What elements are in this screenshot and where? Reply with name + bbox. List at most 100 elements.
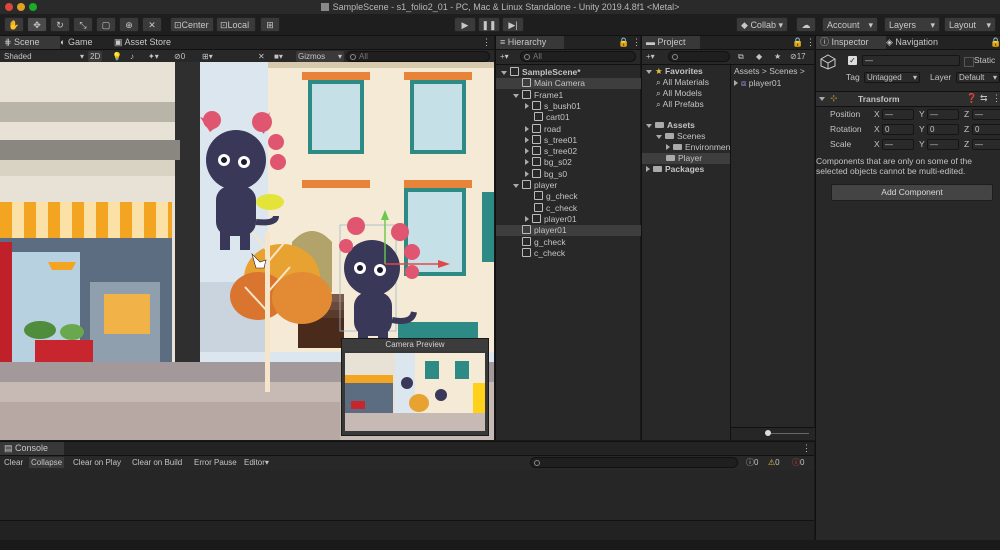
camera-settings-button[interactable]: ■▾ (272, 51, 285, 62)
info-filter-toggle[interactable]: ⓘ0 (744, 457, 760, 468)
project-tree-item[interactable]: ⌕ All Models (642, 88, 730, 99)
transform-scale-z-field[interactable]: — (972, 139, 1000, 150)
lighting-toggle[interactable]: 💡 (110, 51, 124, 62)
scale-tool-button[interactable]: ⤡ (73, 17, 93, 32)
scene-search-input[interactable]: All (346, 51, 490, 62)
search-by-label-button[interactable]: ◆ (754, 51, 764, 62)
custom-tool-button[interactable]: ✕ (142, 17, 162, 32)
breadcrumb-scenes[interactable]: Scenes (769, 66, 797, 76)
hierarchy-item[interactable]: player (496, 180, 641, 191)
camera-preview-window[interactable]: Camera Preview (341, 338, 489, 436)
collapsed-arrow-icon[interactable] (525, 102, 529, 109)
tab-asset-store[interactable]: ▣ Asset Store (110, 36, 175, 49)
scene-panel-menu-button[interactable]: ⋮ (478, 36, 495, 49)
foldout-arrow-icon[interactable] (646, 166, 650, 172)
zoom-window-button[interactable] (29, 3, 37, 11)
active-checkbox[interactable]: ✓ (848, 56, 857, 65)
transform-rotation-z-field[interactable]: 0 (972, 124, 1000, 135)
transform-rotation-y-field[interactable]: 0 (927, 124, 959, 135)
gizmos-dropdown[interactable]: Gizmos ▾ (296, 51, 344, 62)
editor-dropdown[interactable]: Editor▾ (242, 457, 271, 468)
tab-console[interactable]: ▤ Console (0, 442, 64, 455)
hierarchy-item[interactable]: cart01 (496, 112, 641, 123)
foldout-arrow-icon[interactable] (646, 70, 652, 74)
component-menu-button[interactable]: ⋮ (992, 93, 1000, 104)
play-button[interactable]: ▶ (454, 17, 476, 32)
hierarchy-item[interactable]: SampleScene* (496, 67, 641, 78)
icon-size-slider-handle[interactable] (765, 430, 771, 436)
foldout-arrow-icon[interactable] (666, 144, 670, 150)
layout-dropdown[interactable]: Layout ▾ (944, 17, 996, 32)
transform-position-y-field[interactable]: — (927, 109, 959, 120)
clear-button[interactable]: Clear (2, 457, 25, 468)
project-tree-item[interactable]: Packages (642, 164, 730, 175)
collapsed-arrow-icon[interactable] (525, 170, 529, 177)
project-search-input[interactable] (668, 51, 730, 62)
tab-navigation[interactable]: ◈ Navigation (882, 36, 942, 49)
collapsed-arrow-icon[interactable] (525, 136, 529, 143)
collapsed-arrow-icon[interactable] (525, 159, 529, 166)
account-dropdown[interactable]: Account ▾ (822, 17, 878, 32)
project-tree-item[interactable]: Environmen (642, 142, 730, 153)
hand-tool-button[interactable]: ✋ (4, 17, 24, 32)
help-icon[interactable]: ❓ (966, 93, 977, 104)
hierarchy-item[interactable]: g_check (496, 236, 641, 248)
tag-dropdown[interactable]: Untagged ▾ (864, 72, 920, 83)
foldout-arrow-icon[interactable] (646, 124, 652, 128)
pause-button[interactable]: ❚❚ (478, 17, 500, 32)
clear-on-play-toggle[interactable]: Clear on Play (71, 457, 123, 468)
hierarchy-item[interactable]: Frame1 (496, 89, 641, 101)
collab-button[interactable]: ◆ Collab ▾ (736, 17, 788, 32)
collapsed-arrow-icon[interactable] (525, 148, 529, 155)
warning-filter-toggle[interactable]: ⚠0 (766, 457, 782, 468)
console-menu-button[interactable]: ⋮ (798, 442, 815, 455)
expanded-arrow-icon[interactable] (513, 93, 519, 98)
lock-button[interactable]: 🔒 (986, 36, 1000, 49)
layer-dropdown[interactable]: Default ▾ (956, 72, 1000, 83)
tab-hierarchy[interactable]: ≡ Hierarchy (496, 36, 564, 49)
tab-scene[interactable]: ⋕ Scene (0, 36, 60, 49)
tools-toggle[interactable]: ✕ (256, 51, 267, 62)
move-tool-button[interactable]: ✥ (27, 17, 47, 32)
hierarchy-item[interactable]: s_bush01 (496, 100, 641, 112)
transform-position-x-field[interactable]: — (882, 109, 914, 120)
transform-scale-x-field[interactable]: — (882, 139, 914, 150)
step-button[interactable]: ▶| (502, 17, 524, 32)
hierarchy-item[interactable]: s_tree02 (496, 146, 641, 157)
hierarchy-item[interactable]: g_check (496, 191, 641, 202)
pivot-center-toggle[interactable]: ⊡Center (170, 17, 214, 32)
hierarchy-item[interactable]: road (496, 123, 641, 135)
hierarchy-item[interactable]: s_tree01 (496, 134, 641, 146)
hierarchy-item[interactable]: c_check (496, 247, 641, 259)
project-tree-item[interactable]: ⌕ All Prefabs (642, 99, 730, 110)
close-window-button[interactable] (5, 3, 13, 11)
transform-rotation-x-field[interactable]: 0 (882, 124, 914, 135)
object-name-field[interactable]: — (862, 55, 960, 66)
hierarchy-item[interactable]: player01 (496, 225, 641, 237)
transform-position-z-field[interactable]: — (972, 109, 1000, 120)
transform-tool-button[interactable]: ⊕ (119, 17, 139, 32)
transform-scale-y-field[interactable]: — (927, 139, 959, 150)
project-tree-item[interactable]: Scenes (642, 131, 730, 142)
scene-viewport[interactable]: Camera Preview (0, 62, 494, 440)
project-tree-item[interactable]: Assets (642, 120, 730, 131)
static-checkbox[interactable] (964, 57, 974, 67)
hidden-packages-toggle[interactable]: ⊘17 (788, 51, 808, 62)
expanded-arrow-icon[interactable] (513, 184, 519, 188)
preset-icon[interactable]: ⇆ (980, 93, 988, 104)
pivot-local-toggle[interactable]: ⊡Local (216, 17, 256, 32)
favorites-button[interactable]: ★ (772, 51, 783, 62)
asset-item-player01[interactable]: ⧈ player01 (734, 78, 781, 89)
layers-dropdown[interactable]: Layers ▾ (884, 17, 940, 32)
foldout-arrow-icon[interactable] (656, 135, 662, 139)
tab-project[interactable]: ▬ Project (642, 36, 700, 49)
expanded-arrow-icon[interactable] (501, 71, 507, 75)
hierarchy-item[interactable]: c_check (496, 202, 641, 214)
hierarchy-item[interactable]: bg_s0 (496, 168, 641, 180)
tab-game[interactable]: ◐ Game (56, 36, 96, 49)
hierarchy-item[interactable]: bg_s02 (496, 157, 641, 168)
hidden-objects-toggle[interactable]: ⊘0 (172, 51, 187, 62)
cloud-button[interactable]: ☁ (796, 17, 816, 32)
project-tree-item[interactable]: Player (642, 153, 730, 164)
collapsed-arrow-icon[interactable] (525, 125, 529, 132)
